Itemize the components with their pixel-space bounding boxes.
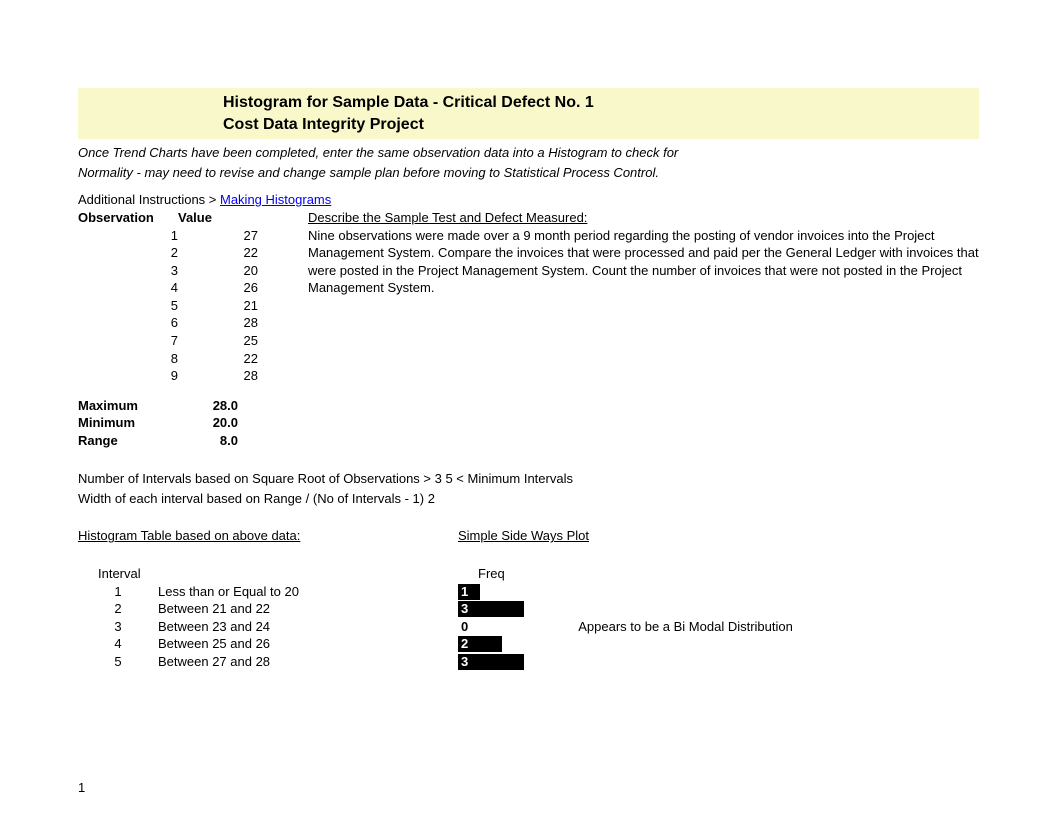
observation-row: 320 [78,262,308,280]
histogram-interval-number: 1 [78,583,158,601]
observation-row: 521 [78,297,308,315]
histogram-table-header: Histogram Table based on above data: [78,528,458,543]
observation-value: 28 [208,367,258,385]
observation-number: 2 [78,244,208,262]
histogram-row: 1Less than or Equal to 201 [78,583,979,601]
histogram-bar: 3 [458,654,524,670]
histogram-row: 2Between 21 and 223 [78,600,979,618]
observation-table: Observation Value 1272223204265216287258… [78,209,308,384]
making-histograms-link[interactable]: Making Histograms [220,192,331,207]
histogram-interval-number: 4 [78,635,158,653]
observation-value: 21 [208,297,258,315]
title-line-1: Histogram for Sample Data - Critical Def… [223,92,979,114]
intro-line-1: Once Trend Charts have been completed, e… [78,143,979,163]
description-body: Nine observations were made over a 9 mon… [308,228,979,296]
histogram-freq-cell: 0 Appears to be a Bi Modal Distribution [458,618,793,636]
observation-row: 928 [78,367,308,385]
observation-row: 222 [78,244,308,262]
observation-number: 9 [78,367,208,385]
obs-header-observation: Observation [78,209,178,227]
description-header: Describe the Sample Test and Defect Meas… [308,210,587,225]
observation-row: 628 [78,314,308,332]
observation-row: 127 [78,227,308,245]
observation-number: 3 [78,262,208,280]
intro-text: Once Trend Charts have been completed, e… [78,143,979,182]
observation-number: 4 [78,279,208,297]
interval-calc: Number of Intervals based on Square Root… [78,469,979,508]
histogram-row: 5Between 27 and 283 [78,653,979,671]
stat-maximum-value: 28.0 [178,397,238,415]
observation-value: 26 [208,279,258,297]
page-number: 1 [78,780,85,795]
observation-value: 22 [208,350,258,368]
interval-line-1: Number of Intervals based on Square Root… [78,469,979,489]
histogram-plot-header: Simple Side Ways Plot [458,528,589,543]
histogram-freq-cell: 3 [458,601,524,617]
title-line-2: Cost Data Integrity Project [223,114,979,136]
observation-number: 6 [78,314,208,332]
histogram-bar: 1 [458,584,480,600]
histogram-row: 4Between 25 and 262 [78,635,979,653]
histogram-freq-cell: 3 [458,654,524,670]
observation-number: 1 [78,227,208,245]
observation-number: 7 [78,332,208,350]
observation-number: 5 [78,297,208,315]
observation-value: 22 [208,244,258,262]
histogram-interval-label: Less than or Equal to 20 [158,583,458,601]
observation-value: 25 [208,332,258,350]
observation-row: 426 [78,279,308,297]
description-block: Describe the Sample Test and Defect Meas… [308,209,979,297]
stat-range-label: Range [78,432,178,450]
histogram-interval-label: Between 21 and 22 [158,600,458,618]
histogram-col-interval: Interval [78,565,178,583]
additional-instructions: Additional Instructions > Making Histogr… [78,192,979,207]
observation-row: 725 [78,332,308,350]
histogram-freq-cell: 2 [458,636,502,652]
histogram-freq-cell: 1 [458,584,480,600]
additional-instructions-prefix: Additional Instructions > [78,192,220,207]
observation-number: 8 [78,350,208,368]
histogram-row: 3Between 23 and 240 Appears to be a Bi Mo… [78,618,979,636]
observation-value: 20 [208,262,258,280]
histogram-interval-number: 2 [78,600,158,618]
obs-header-value: Value [178,209,228,227]
histogram-interval-number: 3 [78,618,158,636]
histogram-interval-number: 5 [78,653,158,671]
observation-value: 27 [208,227,258,245]
interval-line-2: Width of each interval based on Range / … [78,489,979,509]
intro-line-2: Normality - may need to revise and chang… [78,163,979,183]
histogram-interval-label: Between 25 and 26 [158,635,458,653]
stat-minimum-value: 20.0 [178,414,238,432]
stat-maximum-label: Maximum [78,397,178,415]
observation-row: 822 [78,350,308,368]
histogram-col-freq: Freq [478,565,508,583]
stats-block: Maximum 28.0 Minimum 20.0 Range 8.0 [78,397,979,450]
title-band: Histogram for Sample Data - Critical Def… [78,88,979,139]
histogram-block: Interval Freq 1Less than or Equal to 201… [78,565,979,670]
stat-minimum-label: Minimum [78,414,178,432]
histogram-bar: 3 [458,601,524,617]
histogram-zero: 0 [458,618,468,636]
observation-value: 28 [208,314,258,332]
histogram-interval-label: Between 23 and 24 [158,618,458,636]
stat-range-value: 8.0 [178,432,238,450]
histogram-note: Appears to be a Bi Modal Distribution [578,618,793,636]
histogram-interval-label: Between 27 and 28 [158,653,458,671]
histogram-bar: 2 [458,636,502,652]
